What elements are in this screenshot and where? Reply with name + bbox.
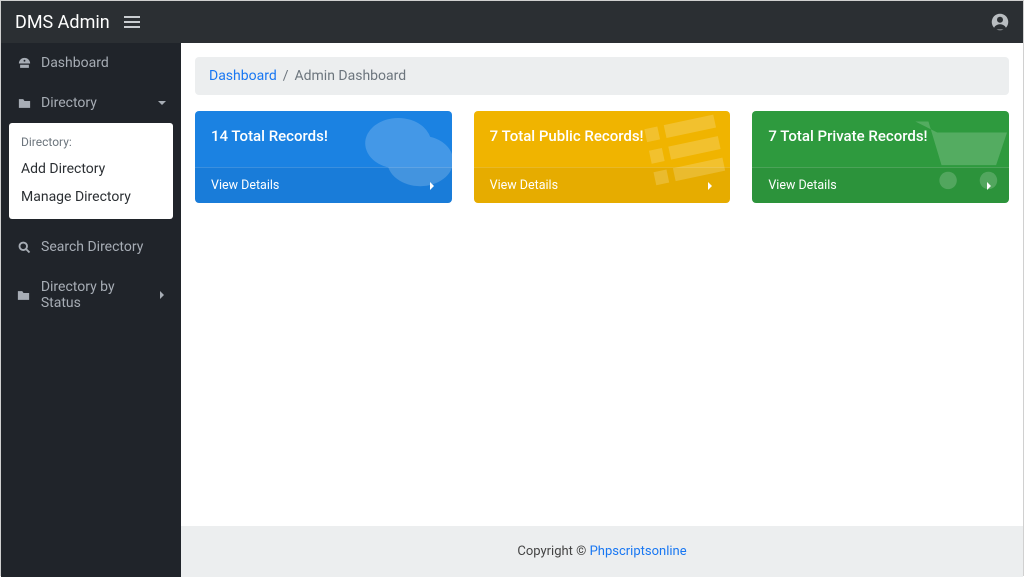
- sidebar-toggle-icon[interactable]: [124, 15, 140, 29]
- sidebar-item-search-directory[interactable]: Search Directory: [1, 227, 181, 267]
- navbar-brand[interactable]: DMS Admin: [15, 12, 110, 33]
- card-total-records: 14 Total Records! View Details: [195, 111, 452, 203]
- user-icon[interactable]: [991, 13, 1009, 31]
- comments-icon: [352, 111, 452, 201]
- footer-link[interactable]: Phpscriptsonline: [590, 544, 687, 559]
- chevron-right-icon: [157, 290, 167, 300]
- chevron-down-icon: [157, 98, 167, 108]
- sidebar-item-label: Directory by Status: [41, 279, 157, 311]
- sidebar-item-directory-by-status[interactable]: Directory by Status: [1, 267, 181, 323]
- breadcrumb: Dashboard / Admin Dashboard: [195, 57, 1009, 95]
- submenu-heading: Directory:: [9, 131, 173, 155]
- search-icon: [15, 240, 33, 255]
- sidebar-item-label: Dashboard: [41, 55, 109, 71]
- footer: Copyright © Phpscriptsonline: [181, 526, 1023, 577]
- card-link-label: View Details: [490, 178, 558, 193]
- sidebar: Dashboard Directory Directory: Add Direc…: [1, 43, 181, 577]
- breadcrumb-current: Admin Dashboard: [295, 68, 407, 84]
- footer-text: Copyright ©: [517, 544, 589, 559]
- breadcrumb-link-dashboard[interactable]: Dashboard: [209, 68, 277, 84]
- cart-icon: [899, 111, 1009, 201]
- sidebar-subitem-add-directory[interactable]: Add Directory: [9, 155, 173, 183]
- dashboard-icon: [15, 56, 33, 71]
- list-icon: [630, 111, 730, 201]
- card-public-records: 7 Total Public Records! View Details: [474, 111, 731, 203]
- navbar: DMS Admin: [1, 1, 1023, 43]
- folder-icon: [15, 96, 33, 111]
- sidebar-item-label: Search Directory: [41, 239, 143, 255]
- sidebar-item-directory[interactable]: Directory: [1, 83, 181, 123]
- card-private-records: 7 Total Private Records! View Details: [752, 111, 1009, 203]
- card-link-label: View Details: [768, 178, 836, 193]
- sidebar-submenu-directory: Directory: Add Directory Manage Director…: [9, 123, 173, 219]
- sidebar-subitem-manage-directory[interactable]: Manage Directory: [9, 183, 173, 211]
- sidebar-item-label: Directory: [41, 95, 97, 111]
- main-content: Dashboard / Admin Dashboard 14 Total Rec…: [181, 43, 1023, 526]
- card-link-label: View Details: [211, 178, 279, 193]
- folder-icon: [15, 288, 33, 303]
- sidebar-item-dashboard[interactable]: Dashboard: [1, 43, 181, 83]
- breadcrumb-separator: /: [283, 68, 289, 84]
